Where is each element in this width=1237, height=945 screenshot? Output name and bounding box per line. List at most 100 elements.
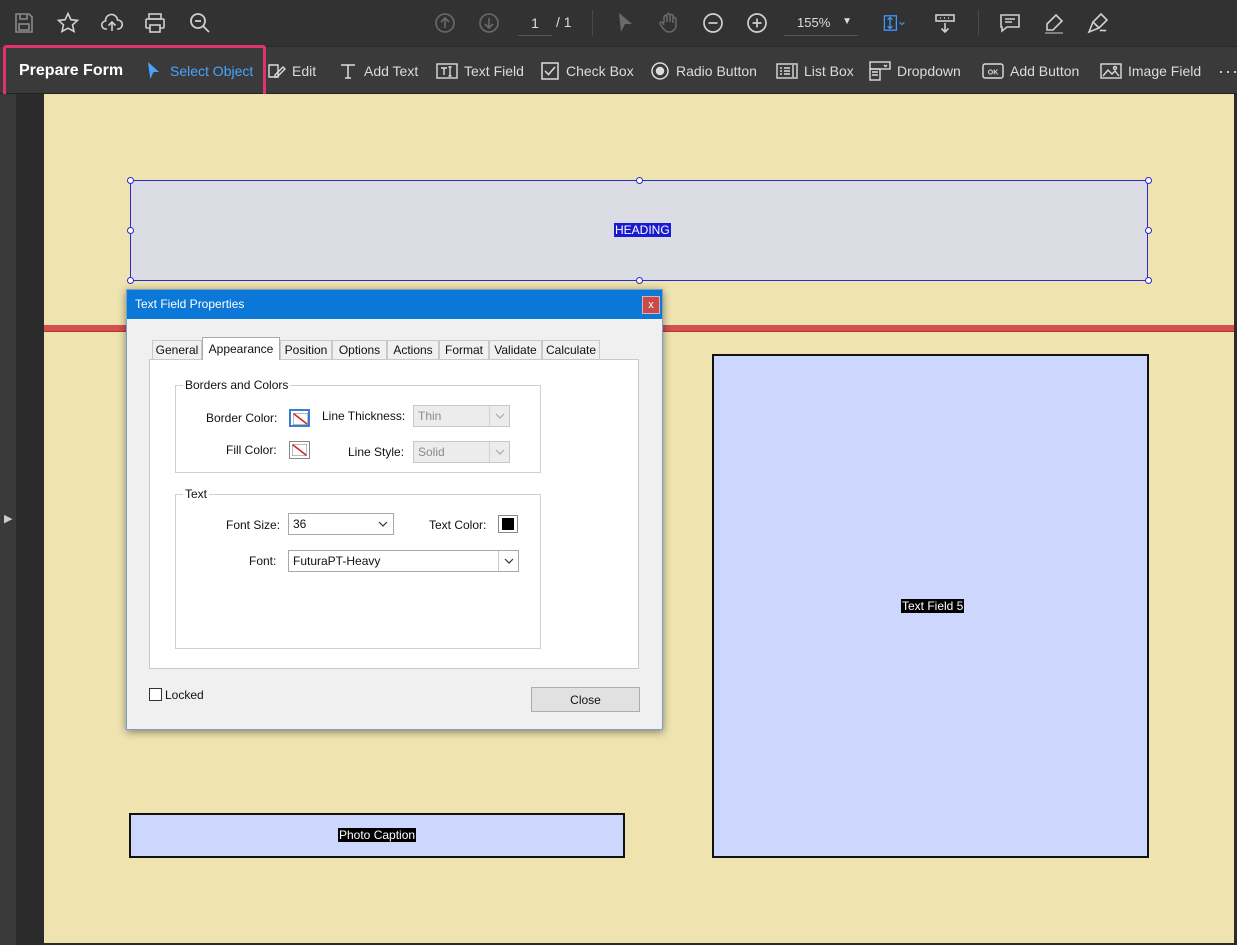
search-icon[interactable] bbox=[185, 8, 215, 38]
svg-text:OK: OK bbox=[988, 70, 999, 77]
zoom-out-icon[interactable] bbox=[698, 8, 728, 38]
resize-handle[interactable] bbox=[636, 277, 643, 284]
check-box-label: Check Box bbox=[566, 63, 634, 79]
dropdown-label: Dropdown bbox=[897, 63, 961, 79]
text-field-tool[interactable]: Text Field bbox=[436, 58, 524, 84]
list-box-tool[interactable]: List Box bbox=[776, 58, 854, 84]
text-field-icon bbox=[436, 63, 458, 79]
fill-color-swatch[interactable] bbox=[289, 441, 310, 459]
zoom-select[interactable]: 155% ▼ bbox=[784, 10, 858, 36]
close-button[interactable]: Close bbox=[531, 687, 640, 712]
add-text-tool[interactable]: Add Text bbox=[338, 58, 418, 84]
tab-options[interactable]: Options bbox=[332, 340, 387, 359]
chevron-down-icon: ▼ bbox=[842, 16, 852, 27]
page-total: / 1 bbox=[556, 14, 572, 30]
tab-position[interactable]: Position bbox=[280, 340, 332, 359]
add-button-label: Add Button bbox=[1010, 63, 1080, 79]
fit-page-icon[interactable] bbox=[874, 8, 914, 38]
text-field-5-name: Text Field 5 bbox=[901, 599, 965, 613]
dropdown-icon bbox=[869, 61, 891, 81]
scroll-mode-icon[interactable] bbox=[930, 8, 960, 38]
fill-color-label: Fill Color: bbox=[226, 443, 277, 457]
upload-cloud-icon[interactable] bbox=[97, 8, 127, 38]
resize-handle[interactable] bbox=[1145, 177, 1152, 184]
toolbar-divider bbox=[592, 10, 593, 36]
line-style-value: Solid bbox=[418, 445, 445, 459]
font-label: Font: bbox=[249, 554, 277, 568]
line-style-label: Line Style: bbox=[348, 445, 405, 459]
font-value: FuturaPT-Heavy bbox=[293, 554, 381, 568]
select-cursor-icon[interactable] bbox=[610, 8, 640, 38]
expand-panel-icon[interactable]: ▶ bbox=[4, 512, 12, 525]
zoom-in-icon[interactable] bbox=[742, 8, 772, 38]
heading-field-name: HEADING bbox=[614, 223, 671, 237]
font-size-select[interactable]: 36 bbox=[288, 513, 394, 535]
line-thickness-select[interactable]: Thin bbox=[413, 405, 510, 427]
comment-icon[interactable] bbox=[995, 8, 1025, 38]
dropdown-tool[interactable]: Dropdown bbox=[869, 58, 961, 84]
text-color-label: Text Color: bbox=[429, 518, 487, 532]
edit-label: Edit bbox=[292, 63, 317, 79]
chevron-down-icon bbox=[498, 551, 518, 571]
print-icon[interactable] bbox=[140, 8, 170, 38]
ok-button-icon: OK bbox=[982, 63, 1004, 79]
save-icon[interactable] bbox=[9, 8, 39, 38]
locked-checkbox[interactable] bbox=[149, 688, 162, 701]
tab-calculate[interactable]: Calculate bbox=[542, 340, 600, 359]
font-size-value: 36 bbox=[293, 517, 307, 531]
resize-handle[interactable] bbox=[1145, 227, 1152, 234]
photo-caption-field[interactable]: Photo Caption bbox=[129, 813, 625, 858]
edit-tool[interactable]: Edit bbox=[266, 58, 316, 84]
resize-handle[interactable] bbox=[127, 177, 134, 184]
photo-caption-name: Photo Caption bbox=[338, 828, 417, 842]
prepare-form-toolbar: Prepare Form Select Object Edit Add Text… bbox=[0, 45, 1237, 97]
dialog-title: Text Field Properties bbox=[135, 297, 245, 311]
sign-icon[interactable] bbox=[1083, 8, 1113, 38]
text-color-swatch[interactable] bbox=[498, 515, 518, 533]
resize-handle[interactable] bbox=[127, 227, 134, 234]
tab-general[interactable]: General bbox=[152, 340, 202, 359]
prev-page-icon[interactable] bbox=[430, 8, 460, 38]
resize-handle[interactable] bbox=[636, 177, 643, 184]
resize-handle[interactable] bbox=[1145, 277, 1152, 284]
top-toolbar: 1 / 1 155% ▼ bbox=[0, 0, 1237, 46]
line-thickness-value: Thin bbox=[418, 409, 442, 423]
tab-appearance[interactable]: Appearance bbox=[202, 337, 280, 360]
highlight-icon[interactable] bbox=[1039, 8, 1069, 38]
line-thickness-label: Line Thickness: bbox=[322, 409, 406, 423]
text-group-title: Text bbox=[183, 487, 210, 501]
text-field-5[interactable]: Text Field 5 bbox=[712, 354, 1149, 858]
list-box-icon bbox=[776, 63, 798, 79]
font-size-label: Font Size: bbox=[226, 518, 281, 532]
radio-button-tool[interactable]: Radio Button bbox=[650, 58, 757, 84]
check-box-tool[interactable]: Check Box bbox=[540, 58, 634, 84]
hand-icon[interactable] bbox=[654, 8, 684, 38]
bookmark-star-icon[interactable] bbox=[53, 8, 83, 38]
border-color-swatch[interactable] bbox=[289, 409, 310, 427]
image-field-label: Image Field bbox=[1128, 63, 1202, 79]
radio-button-label: Radio Button bbox=[676, 63, 757, 79]
heading-text-field[interactable]: HEADING bbox=[127, 177, 1152, 284]
tab-format[interactable]: Format bbox=[439, 340, 489, 359]
dialog-titlebar[interactable]: Text Field Properties x bbox=[127, 290, 662, 319]
add-button-tool[interactable]: OK Add Button bbox=[982, 58, 1079, 84]
more-options-icon[interactable]: ··· bbox=[1218, 58, 1237, 84]
line-style-select[interactable]: Solid bbox=[413, 441, 510, 463]
text-t-icon bbox=[341, 64, 355, 79]
left-panel-strip: ▶ bbox=[0, 94, 44, 945]
tab-validate[interactable]: Validate bbox=[489, 340, 542, 359]
text-group: Text Font Size: 36 Text Color: Font: Fut… bbox=[175, 487, 541, 649]
image-icon bbox=[1100, 63, 1122, 79]
image-field-tool[interactable]: Image Field bbox=[1100, 58, 1201, 84]
font-select[interactable]: FuturaPT-Heavy bbox=[288, 550, 519, 572]
page-number-input[interactable]: 1 bbox=[518, 10, 552, 36]
chevron-down-icon bbox=[489, 442, 509, 462]
radio-icon bbox=[651, 62, 669, 80]
checkbox-icon bbox=[541, 62, 559, 80]
tab-actions[interactable]: Actions bbox=[387, 340, 439, 359]
dialog-close-icon[interactable]: x bbox=[642, 296, 660, 314]
text-field-label: Text Field bbox=[464, 63, 524, 79]
prepare-form-highlight-box bbox=[3, 45, 266, 97]
resize-handle[interactable] bbox=[127, 277, 134, 284]
next-page-icon[interactable] bbox=[474, 8, 504, 38]
